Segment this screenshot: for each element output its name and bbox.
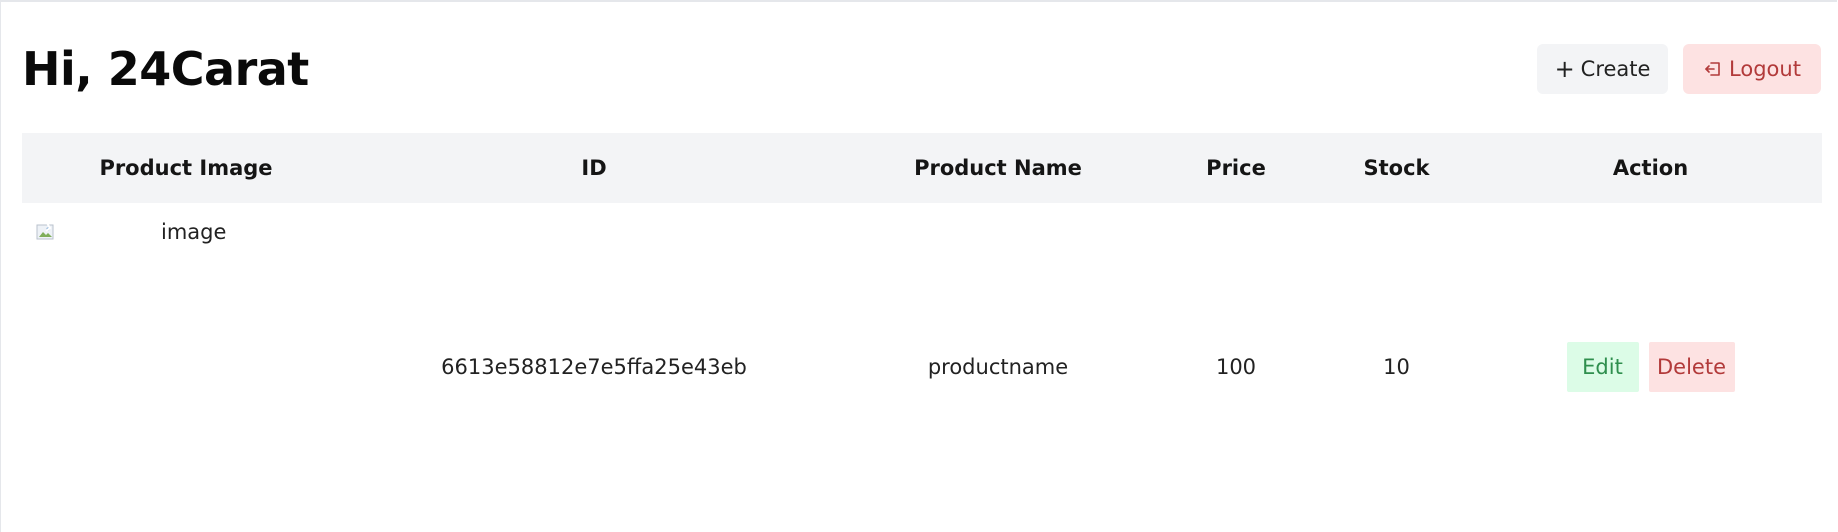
edit-button[interactable]: Edit	[1566, 342, 1639, 392]
logout-icon	[1703, 59, 1723, 79]
column-header-product-image: Product Image	[99, 156, 273, 180]
product-id-cell: 6613e58812e7e5ffa25e43eb	[441, 355, 747, 379]
product-price-cell: 100	[1215, 355, 1257, 379]
column-header-price: Price	[1206, 156, 1266, 180]
column-header-stock: Stock	[1363, 156, 1430, 180]
column-header-product-name: Product Name	[914, 156, 1082, 180]
page-frame: Hi, 24Carat + Create Logout Product Imag…	[0, 0, 1837, 532]
table-row: image 6613e58812e7e5ffa25e43eb productna…	[22, 203, 1822, 531]
greeting-title: Hi, 24Carat	[22, 42, 309, 96]
table-header-row: Product Image ID Product Name Price Stoc…	[22, 133, 1822, 203]
column-header-action: Action	[1612, 156, 1689, 180]
plus-icon: +	[1554, 55, 1575, 83]
page-header: Hi, 24Carat + Create Logout	[22, 38, 1821, 100]
broken-image-icon	[36, 222, 54, 240]
product-image-cell: image	[22, 203, 350, 531]
column-header-id: ID	[581, 156, 607, 180]
products-table-wrapper: Product Image ID Product Name Price Stoc…	[22, 133, 1822, 532]
logout-button[interactable]: Logout	[1683, 44, 1821, 94]
product-image-alt-text: image	[161, 220, 227, 244]
product-stock-cell: 10	[1383, 355, 1410, 379]
delete-button[interactable]: Delete	[1648, 342, 1735, 392]
create-button-label: Create	[1580, 57, 1651, 81]
product-name-cell: productname	[927, 355, 1069, 379]
product-action-cell: Edit Delete	[1479, 203, 1822, 531]
product-image: image	[36, 220, 346, 244]
logout-button-label: Logout	[1729, 57, 1801, 81]
row-actions: Edit Delete	[1566, 342, 1735, 392]
header-actions: + Create Logout	[1537, 44, 1821, 94]
create-button[interactable]: + Create	[1537, 44, 1668, 94]
products-table: Product Image ID Product Name Price Stoc…	[22, 133, 1822, 531]
